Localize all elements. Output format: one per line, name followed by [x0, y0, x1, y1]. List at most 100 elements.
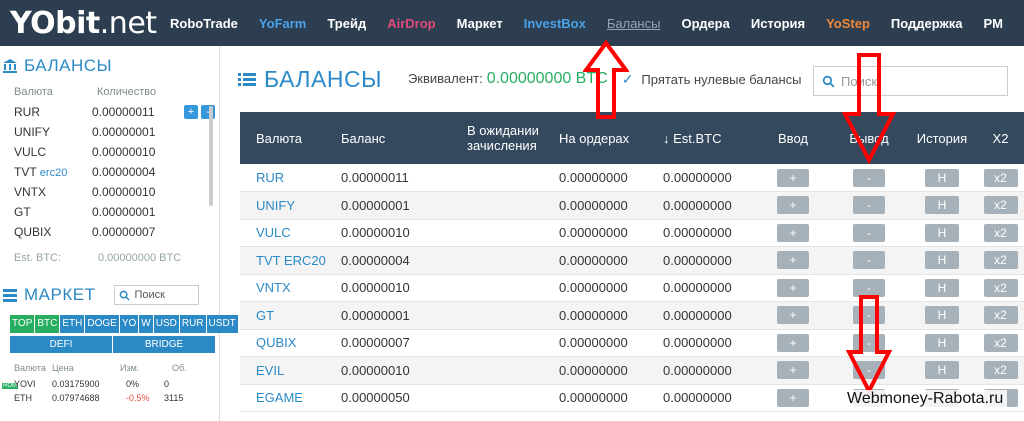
sidebar-balance-row[interactable]: TVT erc20 0.00000004	[0, 162, 219, 182]
cell-balance: 0.00000001	[337, 301, 463, 330]
nav-item-10[interactable]: Поддержка	[891, 16, 963, 31]
hide-zero-toggle[interactable]: ✓ Прятать нулевые балансы	[622, 71, 802, 88]
sidebar-currency-code: RUR	[14, 105, 40, 119]
deposit-button[interactable]: +	[777, 333, 809, 352]
x2-button[interactable]: x2	[983, 223, 1018, 242]
history-button[interactable]: H	[925, 306, 959, 325]
deposit-button[interactable]: +	[777, 196, 809, 215]
th-pending[interactable]: В ожидании зачисления	[463, 112, 555, 164]
history-button[interactable]: H	[925, 333, 959, 352]
withdraw-button[interactable]: -	[853, 223, 885, 242]
withdraw-button[interactable]: -	[853, 251, 885, 270]
cell-currency[interactable]: GT	[240, 301, 337, 330]
x2-button[interactable]: x2	[983, 168, 1018, 187]
x2-button[interactable]: x2	[983, 251, 1018, 270]
cell-orders: 0.00000000	[555, 191, 659, 220]
cell-pending	[463, 301, 555, 330]
deposit-button[interactable]: +	[777, 388, 809, 407]
cell-est-btc: 0.00000000	[659, 219, 755, 247]
history-button[interactable]: H	[925, 278, 959, 297]
market-list: ROM YOVI 0.03175900 0% 0 ETH 0.07974688 -0.5% 31…	[0, 377, 219, 405]
sidebar-deposit-button[interactable]: +	[184, 105, 198, 119]
sidebar-balance-row[interactable]: VNTX 0.00000010	[0, 182, 219, 202]
cell-currency[interactable]: VNTX	[240, 274, 337, 302]
sidebar-scrollbar[interactable]	[209, 106, 213, 206]
cell-currency[interactable]: EVIL	[240, 356, 337, 385]
history-button[interactable]: H	[925, 196, 959, 215]
cell-currency[interactable]: TVT ERC20	[240, 246, 337, 275]
deposit-button[interactable]: +	[777, 361, 809, 380]
logo-suffix: .net	[99, 5, 157, 41]
market-tab-doge[interactable]: DOGE	[85, 315, 119, 333]
yobit-logo[interactable]: YObit.net	[10, 6, 160, 41]
sidebar-balance-row[interactable]: VULC 0.00000010	[0, 142, 219, 162]
x2-button[interactable]: x2	[983, 196, 1018, 215]
market-tab-yo[interactable]: YO	[119, 315, 139, 333]
sidebar-balance-row[interactable]: UNIFY 0.00000001	[0, 122, 219, 142]
withdraw-button[interactable]: -	[853, 196, 885, 215]
cell-currency[interactable]: EGAME	[240, 384, 337, 412]
history-button[interactable]: H	[925, 361, 959, 380]
cell-x2: x2	[977, 219, 1024, 247]
nav-item-3[interactable]: AirDrop	[387, 16, 435, 31]
market-title: МАРКЕТ	[24, 285, 96, 304]
th-balance[interactable]: Баланс	[337, 112, 463, 164]
nav-item-7[interactable]: Ордера	[681, 16, 729, 31]
deposit-button[interactable]: +	[777, 223, 809, 242]
market-search-placeholder: Поиск	[134, 289, 165, 301]
market-tab-usdt[interactable]: USDT	[206, 315, 238, 333]
nav-item-4[interactable]: Маркет	[457, 16, 503, 31]
nav-item-5[interactable]: InvestBox	[524, 16, 586, 31]
market-volume: 3115	[164, 393, 184, 403]
sidebar-balance-row[interactable]: GT 0.00000001	[0, 202, 219, 222]
sidebar-balance-row[interactable]: RUR 0.00000011 + -	[0, 102, 219, 122]
deposit-button[interactable]: +	[777, 306, 809, 325]
cell-currency[interactable]: RUR	[240, 164, 337, 192]
history-button[interactable]: H	[925, 251, 959, 270]
market-tab-btc[interactable]: BTC	[35, 315, 60, 333]
x2-button[interactable]: x2	[983, 306, 1018, 325]
x2-button[interactable]: x2	[983, 361, 1018, 380]
th-est-btc[interactable]: ↓ Est.BTC	[659, 112, 755, 164]
nav-item-11[interactable]: PM	[984, 16, 1004, 31]
nav-item-9[interactable]: YoStep	[826, 16, 870, 31]
deposit-button[interactable]: +	[777, 278, 809, 297]
sidebar-amount: 0.00000001	[92, 205, 156, 219]
cell-orders: 0.00000000	[555, 274, 659, 302]
cell-currency[interactable]: VULC	[240, 219, 337, 247]
nav-item-1[interactable]: YoFarm	[259, 16, 306, 31]
market-tab-top[interactable]: TOP	[10, 315, 35, 333]
sidebar-balance-columns: Валюта Количество	[0, 86, 219, 102]
nav-item-0[interactable]: RoboTrade	[170, 16, 238, 31]
market-row[interactable]: ETH 0.07974688 -0.5% 3115	[0, 391, 219, 405]
market-subtab-bridge[interactable]: BRIDGE	[113, 336, 215, 353]
withdraw-button[interactable]: -	[853, 168, 885, 187]
nav-item-8[interactable]: История	[751, 16, 805, 31]
x2-button[interactable]: x2	[983, 333, 1018, 352]
cell-currency[interactable]: QUBIX	[240, 329, 337, 357]
x2-button[interactable]: x2	[983, 278, 1018, 297]
market-tab-rur[interactable]: RUR	[179, 315, 206, 333]
cell-balance: 0.00000007	[337, 329, 463, 357]
market-tab-w[interactable]: W	[139, 315, 153, 333]
equivalent: Эквивалент: 0.00000000 BTC	[408, 70, 608, 88]
market-subtab-defi[interactable]: DEFI	[10, 336, 112, 353]
sidebar-balance-row[interactable]: QUBIX 0.00000007	[0, 222, 219, 242]
market-search-input[interactable]: Поиск	[114, 285, 200, 305]
nav-item-6[interactable]: Балансы	[607, 16, 661, 31]
market-tabs: TOP BTC ETH DOGE YO W USD RUR USDT	[10, 315, 238, 333]
market-tab-eth[interactable]: ETH	[60, 315, 85, 333]
cell-balance: 0.00000004	[337, 246, 463, 275]
sidebar-est-btc: Est. BTC: 0.00000000 BTC	[0, 252, 219, 264]
nav-item-2[interactable]: Трейд	[327, 16, 366, 31]
cell-x2: x2	[977, 329, 1024, 357]
cell-currency[interactable]: UNIFY	[240, 191, 337, 220]
market-row[interactable]: ROM YOVI 0.03175900 0% 0	[0, 377, 219, 391]
deposit-button[interactable]: +	[777, 168, 809, 187]
history-button[interactable]: H	[925, 223, 959, 242]
market-tab-usd[interactable]: USD	[153, 315, 179, 333]
sidebar: БАЛАНСЫ Валюта Количество RUR 0.00000011 +…	[0, 46, 238, 421]
deposit-button[interactable]: +	[777, 251, 809, 270]
th-currency[interactable]: Валюта	[240, 112, 337, 164]
history-button[interactable]: H	[925, 168, 959, 187]
